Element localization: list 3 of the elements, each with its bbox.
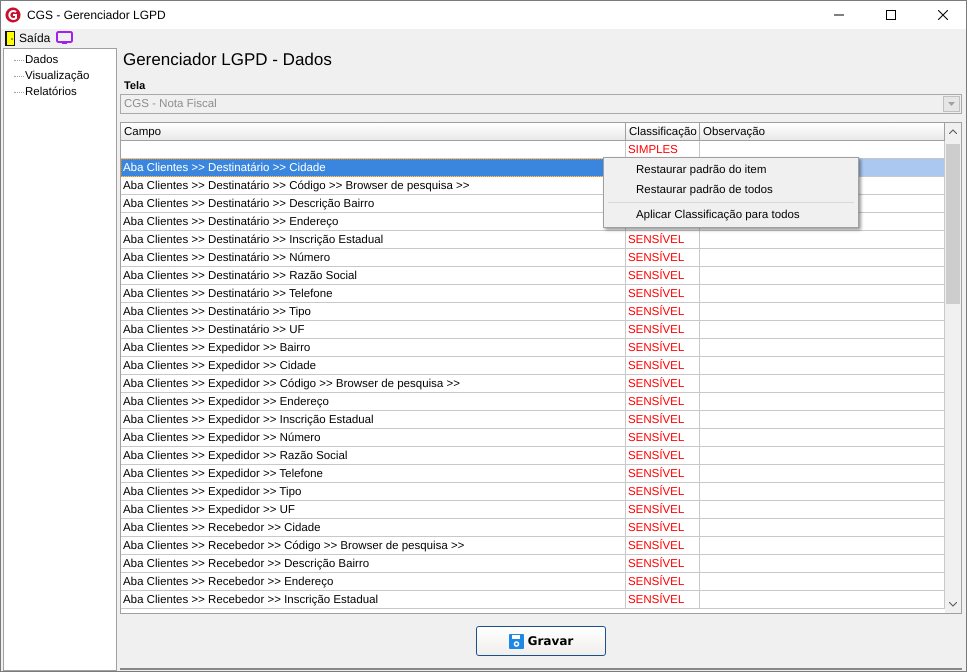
window-title: CGS - Gerenciador LGPD (27, 8, 167, 22)
field-label: Tela (124, 80, 146, 92)
page-heading: Gerenciador LGPD - Dados (123, 50, 333, 71)
